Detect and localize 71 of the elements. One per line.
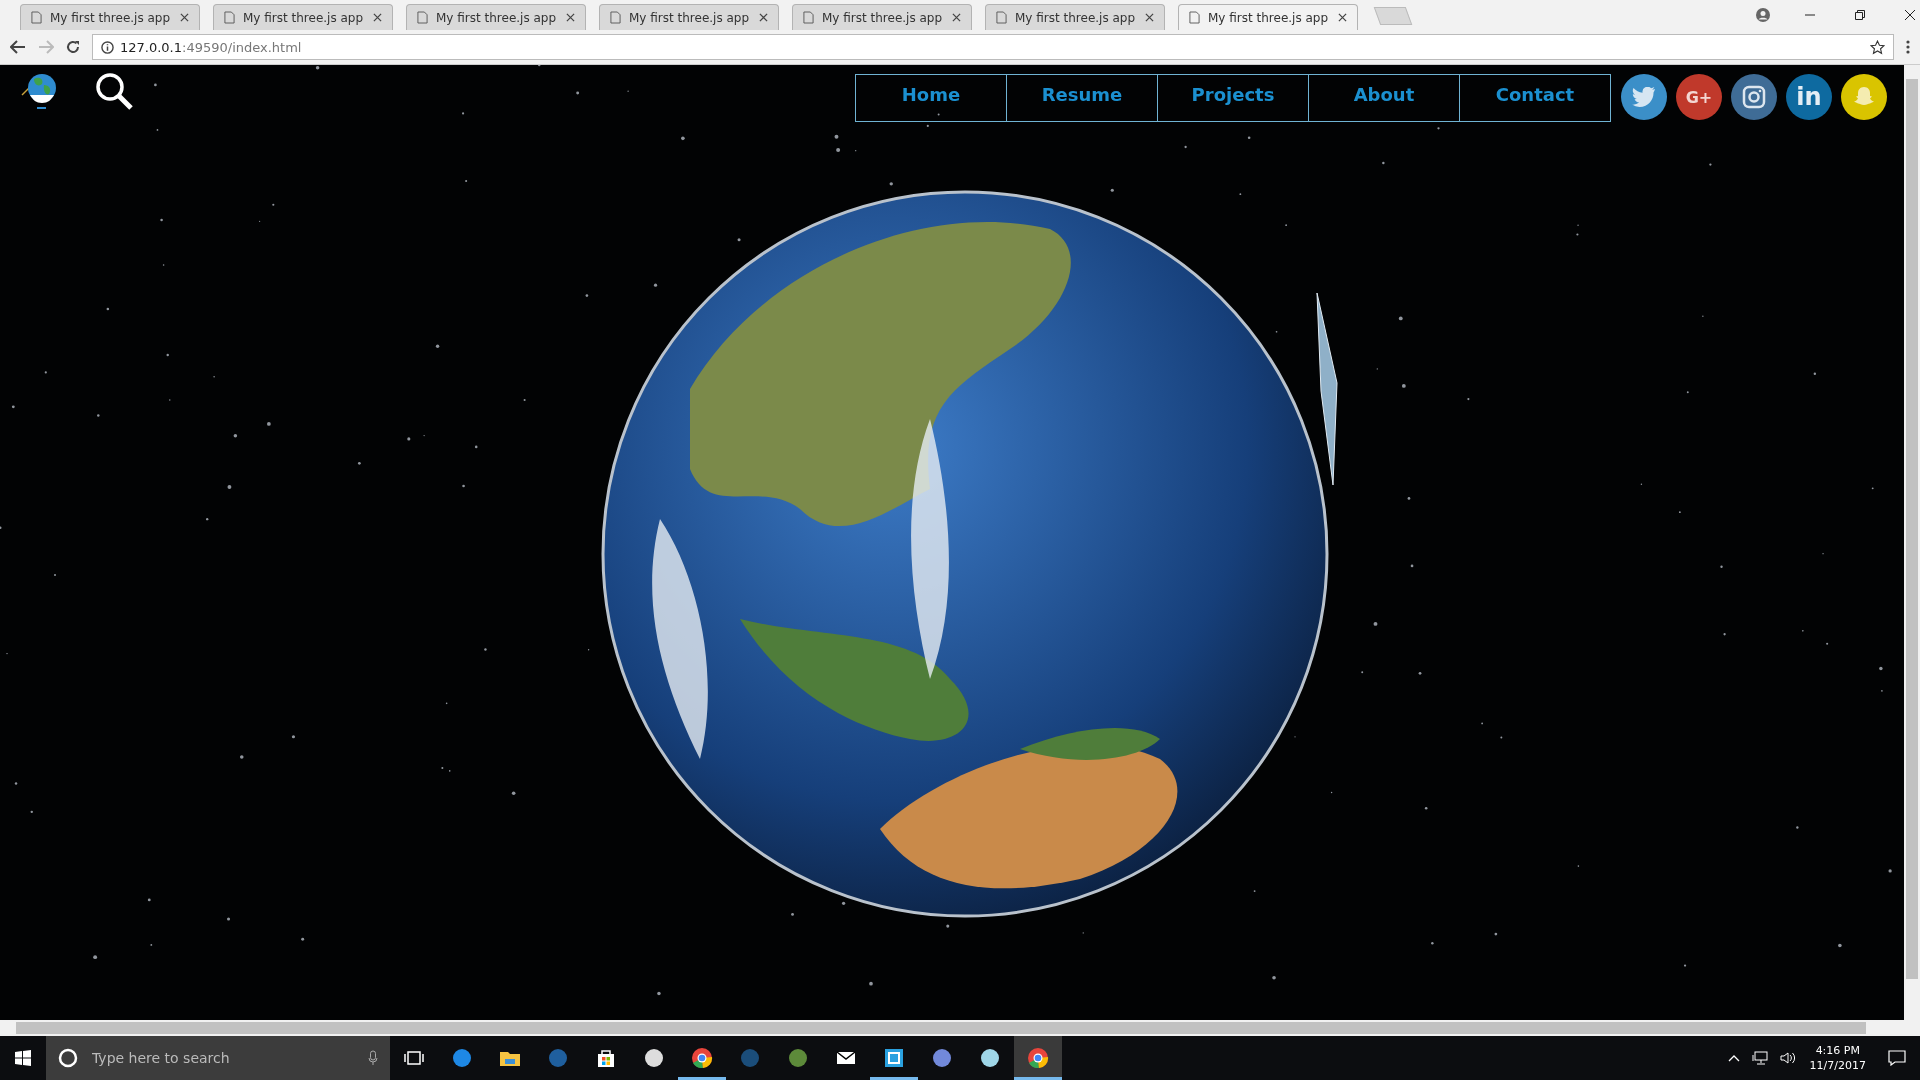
page-icon [224,11,235,24]
circle-icon [739,1047,761,1069]
bird-icon [1632,87,1656,107]
bird-button[interactable] [1621,74,1667,120]
circle-icon [643,1047,665,1069]
windows-logo-icon[interactable] [15,1050,31,1066]
clock-date[interactable]: 11/7/2017 [1809,1058,1866,1074]
globe-logo-icon[interactable] [20,71,58,111]
page-icon [996,11,1007,24]
close-icon[interactable] [373,13,382,22]
star-icon[interactable] [1870,39,1885,55]
close-icon[interactable] [180,13,189,22]
speaker-icon[interactable] [1779,1051,1796,1065]
chrome-app-button[interactable] [1014,1036,1062,1080]
menu-icon[interactable] [1906,40,1910,54]
circle-icon [451,1047,473,1069]
close-icon[interactable] [1338,13,1347,22]
linkedin-button[interactable]: in [1786,74,1832,120]
page-icon [803,11,814,24]
page-icon [610,11,621,24]
search-input[interactable]: Type here to search [90,1049,356,1067]
search-field[interactable]: Type here to search [46,1036,390,1080]
notification-icon[interactable] [1888,1050,1906,1066]
circle-icon [979,1047,1001,1069]
page-icon [417,11,428,24]
ghost-button[interactable] [1841,74,1887,120]
chrome-icon [1027,1047,1049,1069]
reload-icon[interactable] [66,40,80,54]
cortana-ring-icon [58,1048,78,1068]
square-icon [883,1047,905,1069]
nav-link[interactable]: Home [855,74,1007,122]
network-icon[interactable] [1751,1051,1768,1065]
circle-icon [787,1047,809,1069]
back-icon[interactable] [10,40,26,54]
close-icon[interactable] [1904,9,1916,21]
browser-tab[interactable]: My first three.js app [1178,4,1358,30]
close-icon[interactable] [759,13,768,22]
shopping-bag-icon [595,1047,617,1069]
google-plus-button[interactable]: G+ [1676,74,1722,120]
url-path: :49590/index.html [182,39,302,55]
horizontal-scrollbar[interactable] [0,1020,1920,1036]
search-icon[interactable] [94,71,134,111]
clock-time[interactable]: 4:16 PM [1815,1042,1860,1058]
browser-tab[interactable]: My first three.js app [406,4,586,30]
nav-link[interactable]: About [1308,74,1460,122]
page-icon [31,11,42,24]
microphone-icon[interactable] [368,1050,378,1066]
page-icon [1189,11,1200,24]
nav-link[interactable]: Contact [1459,74,1611,122]
info-icon [101,40,114,54]
close-icon[interactable] [566,13,575,22]
browser-tab[interactable]: My first three.js app [985,4,1165,30]
url-host: 127.0.0.1 [120,39,183,55]
restore-icon[interactable] [1854,9,1866,21]
camera-button[interactable] [1731,74,1777,120]
chrome-icon [691,1047,713,1069]
browser-tab[interactable]: My first three.js app [20,4,200,30]
address-field[interactable]: 127.0.0.1:49590/index.html [92,34,1894,60]
camera-icon [1742,85,1766,109]
close-icon[interactable] [952,13,961,22]
browser-tab[interactable]: My first three.js app [792,4,972,30]
nav-link[interactable]: Projects [1157,74,1309,122]
nav-link[interactable]: Resume [1006,74,1158,122]
account-icon[interactable] [1756,8,1770,22]
circle-icon [931,1047,953,1069]
browser-tab[interactable]: My first three.js app [213,4,393,30]
chevron-up-icon[interactable] [1727,1054,1740,1062]
circle-icon [547,1047,569,1069]
close-icon[interactable] [1145,13,1154,22]
vertical-scrollbar[interactable] [1904,65,1920,1020]
browser-tab[interactable]: My first three.js app [599,4,779,30]
